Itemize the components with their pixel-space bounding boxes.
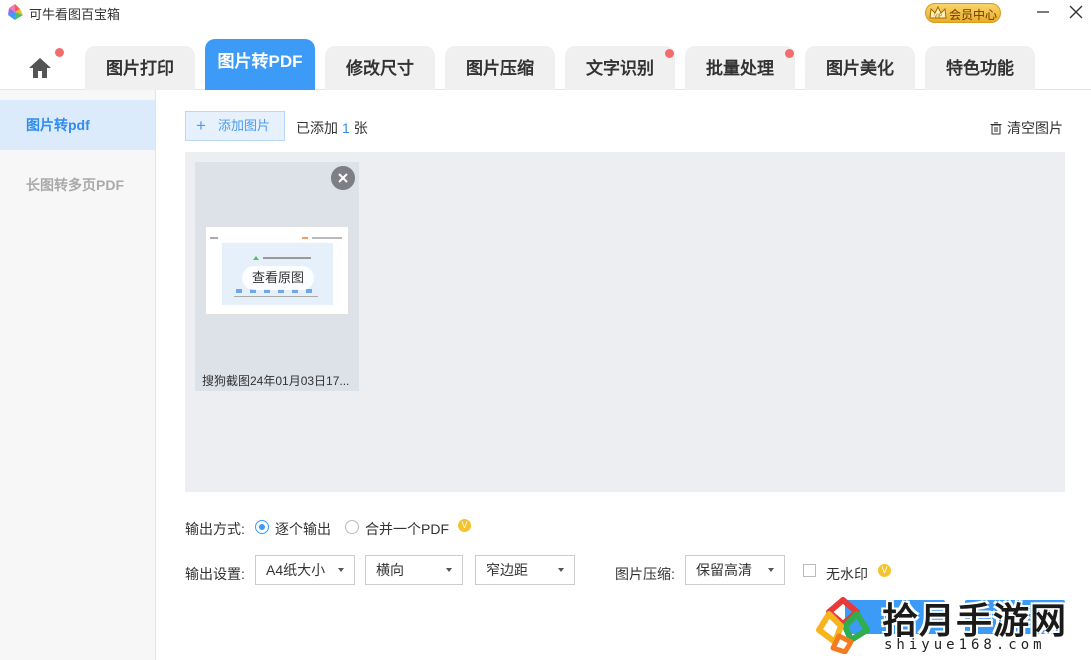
radio-merge-pdf[interactable] <box>345 520 359 534</box>
vip-badge-icon: V <box>878 564 891 577</box>
tab-resize[interactable]: 修改尺寸 <box>325 46 435 90</box>
batch-notification-dot <box>785 49 794 58</box>
chevron-down-icon <box>768 568 774 572</box>
vip-crown-icon: VIP <box>929 5 947 20</box>
home-notification-dot <box>55 48 64 57</box>
home-icon[interactable] <box>26 56 54 80</box>
app-logo-icon <box>8 4 23 20</box>
vip-badge-icon: V <box>458 519 471 532</box>
chevron-down-icon <box>446 568 452 572</box>
tab-ocr[interactable]: 文字识别 <box>565 46 675 90</box>
radio-single-output[interactable] <box>255 520 269 534</box>
single-output-label[interactable]: 逐个输出 <box>275 519 331 539</box>
compress-select[interactable]: 保留高清 <box>685 555 785 585</box>
watermark-url: shiyue168.com <box>884 637 1046 653</box>
tab-compress[interactable]: 图片压缩 <box>445 46 555 90</box>
orientation-value: 横向 <box>376 562 404 578</box>
tab-image-to-pdf[interactable]: 图片转PDF <box>205 39 315 90</box>
merge-pdf-label[interactable]: 合并一个PDF <box>365 519 449 539</box>
close-icon[interactable] <box>1067 2 1085 22</box>
paper-size-select[interactable]: A4纸大小 <box>255 555 355 585</box>
paper-size-value: A4纸大小 <box>266 562 326 578</box>
sidebar: 图片转pdf 长图转多页PDF <box>0 90 156 660</box>
output-settings-label: 输出设置: <box>185 566 245 582</box>
added-count-text: 已添加 1 张 <box>296 118 368 138</box>
compress-label: 图片压缩: <box>615 566 675 582</box>
clear-images-button[interactable]: 清空图片 <box>990 118 1063 138</box>
title-bar: 可牛看图百宝箱 VIP 会员中心 <box>0 0 1091 28</box>
tab-image-print[interactable]: 图片打印 <box>85 46 195 90</box>
sidebar-item-image-to-pdf[interactable]: 图片转pdf <box>0 100 155 150</box>
vip-center-label: 会员中心 <box>949 8 998 22</box>
no-watermark-checkbox[interactable] <box>803 564 816 577</box>
tab-batch[interactable]: 批量处理 <box>685 46 795 90</box>
watermark-logo-icon <box>816 597 870 654</box>
minimize-icon[interactable] <box>1035 2 1051 22</box>
chevron-down-icon <box>338 568 344 572</box>
app-title: 可牛看图百宝箱 <box>29 7 121 22</box>
sidebar-item-long-image-to-pdf[interactable]: 长图转多页PDF <box>0 160 155 210</box>
compress-value: 保留高清 <box>696 562 752 578</box>
tab-beautify[interactable]: 图片美化 <box>805 46 915 90</box>
thumbnail-file-name: 搜狗截图24年01月03日17... <box>202 374 350 388</box>
tab-special[interactable]: 特色功能 <box>925 46 1035 90</box>
trash-icon <box>990 122 1002 135</box>
margin-select[interactable]: 窄边距 <box>475 555 575 585</box>
add-image-button[interactable]: + 添加图片 <box>185 111 285 141</box>
ocr-notification-dot <box>665 49 674 58</box>
plus-icon: + <box>196 116 206 135</box>
added-suffix: 张 <box>353 120 368 136</box>
clear-images-label: 清空图片 <box>1007 120 1063 136</box>
added-prefix: 已添加 <box>296 120 338 136</box>
no-watermark-label[interactable]: 无水印 <box>826 564 868 584</box>
tab-bar: 图片打印 图片转PDF 修改尺寸 图片压缩 文字识别 批量处理 图片美化 特色功… <box>0 28 1091 90</box>
chevron-down-icon <box>558 568 564 572</box>
output-mode-label: 输出方式: <box>185 521 245 537</box>
orientation-select[interactable]: 横向 <box>365 555 463 585</box>
added-count: 1 <box>342 120 350 136</box>
remove-image-icon[interactable] <box>331 166 355 190</box>
svg-text:VIP: VIP <box>934 14 942 20</box>
add-image-label: 添加图片 <box>218 118 271 133</box>
vip-center-button[interactable]: VIP 会员中心 <box>925 3 1001 23</box>
view-original-button[interactable]: 查看原图 <box>242 266 314 290</box>
margin-value: 窄边距 <box>486 562 528 578</box>
